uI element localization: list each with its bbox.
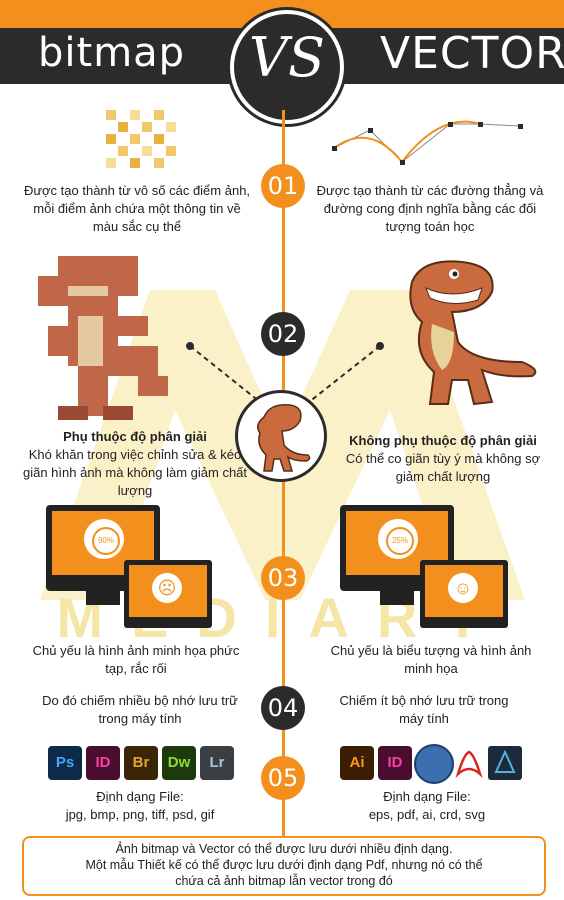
vector-laptop: ☺ — [420, 560, 508, 628]
footer-line-3: chứa cả ảnh bitmap lẫn vector trong đó — [175, 874, 393, 888]
vector-dinosaur-image — [409, 260, 537, 406]
indesign-icon: ID — [86, 746, 120, 780]
bitmap-monitor-stand — [86, 591, 120, 605]
row3-bitmap-text: Chủ yếu là hình ảnh minh họa phức tạp, r… — [32, 643, 240, 676]
illustrator-icon: Ai — [340, 746, 374, 780]
row4-vector-text: Chiếm ít bộ nhớ lưu trữ trong máy tính — [339, 693, 509, 726]
pixelated-dinosaur-image — [38, 256, 168, 420]
row2-vector-title: Không phụ thuộc độ phân giải — [349, 433, 537, 448]
row2-vector-text: Không phụ thuộc độ phân giải Có thể co g… — [330, 432, 556, 486]
small-dinosaur-icon — [257, 404, 311, 472]
vs-label: VS — [249, 26, 325, 89]
row3-vector-text: Chủ yếu là biểu tượng và hình ảnh minh h… — [330, 643, 532, 676]
photoshop-icon: Ps — [48, 746, 82, 780]
step-05-badge: 05 — [261, 756, 305, 800]
row5-vector-formats: Định dạng File: eps, pdf, ai, crd, svg — [332, 788, 522, 824]
row2-bitmap-title: Phụ thuộc độ phân giải — [63, 429, 207, 444]
corel-icon — [488, 746, 522, 780]
row1-bitmap-text: Được tạo thành từ vô số các điểm ảnh, mỗ… — [23, 183, 251, 234]
row4-bitmap-text: Do đó chiếm nhiều bộ nhớ lưu trữ trong m… — [42, 693, 238, 726]
vector-percent: 25% — [386, 527, 414, 555]
step-04-badge: 04 — [261, 686, 305, 730]
footer-note-box: Ảnh bitmap và Vector có thể được lưu dướ… — [22, 836, 546, 896]
bitmap-title: bitmap — [38, 30, 186, 76]
step-01-badge: 01 — [261, 164, 305, 208]
row5-vector-list: eps, pdf, ai, crd, svg — [368, 807, 486, 822]
row5-bitmap-label: Định dạng File: — [96, 789, 184, 804]
footer-line-2: Một mẫu Thiết kế có thể được lưu dưới đị… — [85, 858, 483, 872]
row5-bitmap-formats: Định dạng File: jpg, bmp, png, tiff, psd… — [40, 788, 240, 824]
bezier-curve-icon — [332, 120, 523, 165]
indesign-icon-right: ID — [378, 746, 412, 780]
row2-bitmap-body: Khó khăn trong việc chỉnh sửa & kéo giãn… — [22, 447, 248, 498]
pixel-grid-icon — [106, 110, 176, 168]
bitmap-laptop: ☹ — [124, 560, 212, 628]
row5-vector-label: Định dạng File: — [383, 789, 471, 804]
row1-vector-text: Được tạo thành từ các đường thẳng và đườ… — [316, 183, 544, 234]
dreamweaver-icon: Dw — [162, 746, 196, 780]
vector-title: VECTOR — [380, 28, 564, 79]
vector-monitor-stand — [380, 591, 414, 605]
step-03-badge: 03 — [261, 556, 305, 600]
row2-vector-body: Có thể co giãn tùy ý mà không sợ giảm ch… — [345, 451, 541, 484]
acrobat-icon — [454, 748, 484, 778]
row2-bitmap-text: Phụ thuộc độ phân giải Khó khăn trong vi… — [20, 428, 250, 500]
bridge-icon: Br — [124, 746, 158, 780]
inkscape-icon — [414, 744, 454, 784]
bitmap-percent: 90% — [92, 527, 120, 555]
lightroom-icon: Lr — [200, 746, 234, 780]
row5-bitmap-list: jpg, bmp, png, tiff, psd, gif — [65, 807, 215, 822]
sad-face-icon: ☹ — [152, 573, 182, 603]
footer-line-1: Ảnh bitmap và Vector có thể được lưu dướ… — [115, 842, 453, 856]
happy-face-icon: ☺ — [448, 573, 478, 603]
